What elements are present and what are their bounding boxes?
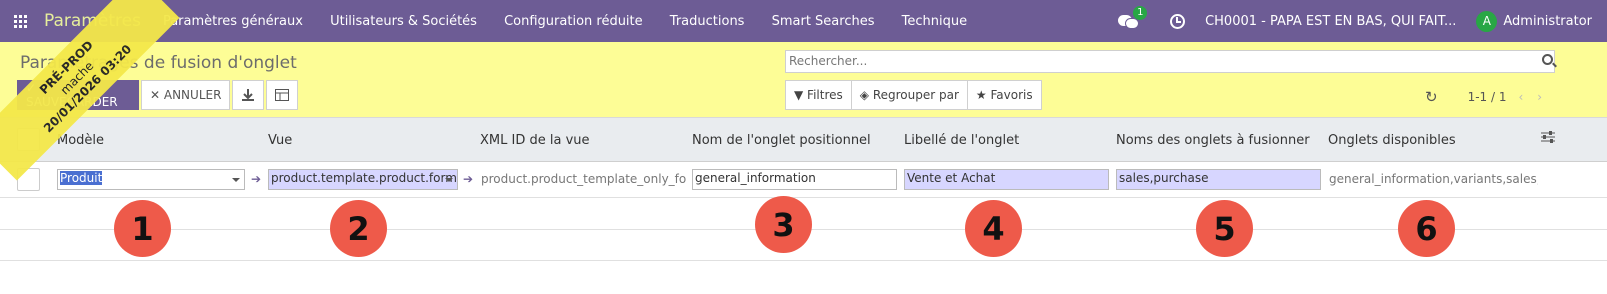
marker-6: 6 xyxy=(1398,200,1455,257)
menu-item-smart-searches[interactable]: Smart Searches xyxy=(772,14,875,29)
filter-icon: ▼ xyxy=(794,88,808,102)
systray: 1 CH0001 - PAPA EST EN BAS, QUI FAIT... … xyxy=(1118,0,1607,42)
column-header-available-tabs[interactable]: Onglets disponibles xyxy=(1328,133,1456,148)
apps-menu-icon[interactable] xyxy=(0,0,40,42)
chat-icon[interactable]: 1 xyxy=(1118,6,1148,29)
available-tabs-value: general_information,variants,sales,purch… xyxy=(1329,172,1538,186)
menu-item-translations[interactable]: Traductions xyxy=(670,14,745,29)
column-header-tab-name[interactable]: Nom de l'onglet positionnel xyxy=(692,133,871,148)
refresh-icon[interactable]: ↻ xyxy=(1425,88,1438,106)
tab-label-input[interactable]: Vente et Achat xyxy=(904,169,1109,190)
view-select[interactable]: product.template.product.form xyxy=(268,169,458,190)
menu-item-users-companies[interactable]: Utilisateurs & Sociétés xyxy=(330,14,477,29)
chevron-down-icon xyxy=(232,178,240,182)
download-icon[interactable] xyxy=(232,80,265,110)
column-options-icon[interactable] xyxy=(1540,130,1556,148)
star-icon: ★ xyxy=(975,88,991,102)
tab-name-input[interactable]: general_information xyxy=(692,169,897,190)
main-menu: Paramètres généraux Utilisateurs & Socié… xyxy=(163,14,990,29)
column-header-merge-tabs[interactable]: Noms des onglets à fusionner xyxy=(1116,133,1310,148)
clock-icon[interactable] xyxy=(1170,13,1186,29)
avatar[interactable]: A xyxy=(1476,10,1498,32)
column-header-xml-id[interactable]: XML ID de la vue xyxy=(480,133,590,148)
filters-button[interactable]: ▼ Filtres xyxy=(786,81,852,109)
model-select[interactable]: Produit xyxy=(57,169,245,190)
search-input[interactable]: Rechercher... xyxy=(785,50,1555,73)
open-record-icon[interactable]: ➔ xyxy=(463,172,473,186)
table-header: Modèle Vue XML ID de la vue Nom de l'ong… xyxy=(0,118,1607,162)
pager-next-icon[interactable]: › xyxy=(1537,90,1542,104)
control-panel: Paramétrages de fusion d'onglet ✓ SAUVEG… xyxy=(0,42,1607,118)
layers-icon: ◈ xyxy=(859,88,873,102)
marker-3: 3 xyxy=(755,196,812,253)
column-header-view[interactable]: Vue xyxy=(268,133,292,148)
menu-item-general-settings[interactable]: Paramètres généraux xyxy=(163,14,303,29)
pager-value[interactable]: 1-1 / 1 xyxy=(1468,90,1507,104)
top-navbar: Paramètres Paramètres généraux Utilisate… xyxy=(0,0,1607,42)
marker-2: 2 xyxy=(330,200,387,257)
list-view: Modèle Vue XML ID de la vue Nom de l'ong… xyxy=(0,118,1607,162)
marker-5: 5 xyxy=(1196,200,1253,257)
column-header-model[interactable]: Modèle xyxy=(57,133,104,148)
user-menu[interactable]: Administrator xyxy=(1503,14,1592,29)
column-header-tab-label[interactable]: Libellé de l'onglet xyxy=(904,133,1019,148)
menu-item-reduced-config[interactable]: Configuration réduite xyxy=(504,14,643,29)
merge-tabs-input[interactable]: sales,purchase xyxy=(1116,169,1321,190)
pager: ↻ 1-1 / 1 ‹ › xyxy=(1425,88,1542,106)
group-by-button[interactable]: ◈ Regrouper par xyxy=(852,81,968,109)
marker-4: 4 xyxy=(965,200,1022,257)
search-options: ▼ Filtres ◈ Regrouper par ★ Favoris xyxy=(785,80,1042,110)
xml-id-value: product.product_template_only_form_view xyxy=(481,172,687,186)
marker-1: 1 xyxy=(114,200,171,257)
table-row: Produit ➔ product.template.product.form … xyxy=(0,162,1607,198)
chat-badge: 1 xyxy=(1133,6,1148,20)
chevron-down-icon xyxy=(445,178,453,182)
pager-previous-icon[interactable]: ‹ xyxy=(1518,90,1523,104)
favorites-button[interactable]: ★ Favoris xyxy=(968,81,1041,109)
menu-item-technical[interactable]: Technique xyxy=(902,14,967,29)
open-record-icon[interactable]: ➔ xyxy=(251,172,261,186)
table-view-icon[interactable] xyxy=(266,80,299,110)
cancel-button[interactable]: ✕ ANNULER xyxy=(141,80,231,110)
company-switcher[interactable]: CH0001 - PAPA EST EN BAS, QUI FAIT... xyxy=(1205,14,1456,29)
search-icon[interactable] xyxy=(1542,54,1553,65)
